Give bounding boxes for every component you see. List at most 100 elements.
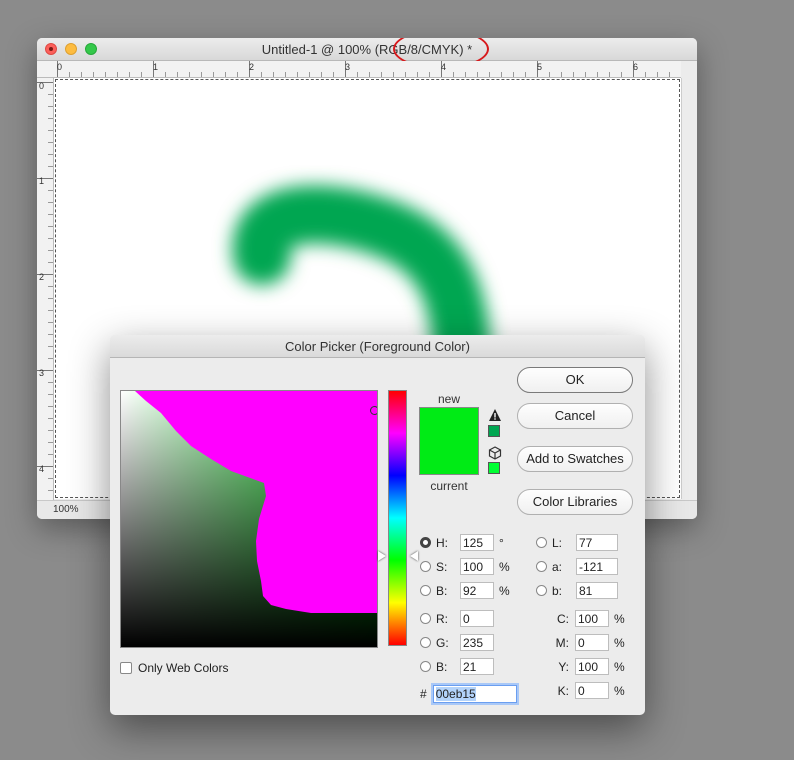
add-to-swatches-button[interactable]: Add to Swatches: [517, 446, 633, 472]
color-libraries-button[interactable]: Color Libraries: [517, 489, 633, 515]
green-field: G: 235: [420, 634, 494, 651]
magenta-field: M: 0 %: [549, 634, 625, 651]
only-web-colors-option[interactable]: Only Web Colors: [120, 661, 228, 675]
magenta-unit: %: [614, 635, 625, 650]
lab-a-label: a:: [552, 559, 563, 574]
cyan-unit: %: [614, 611, 625, 626]
current-color-label: current: [430, 479, 468, 493]
cyan-label: C:: [557, 611, 569, 626]
only-web-colors-checkbox[interactable]: [120, 662, 132, 674]
hue-field: H: 125 °: [420, 534, 504, 551]
red-input[interactable]: 0: [460, 610, 494, 627]
lab-a-input[interactable]: -121: [576, 558, 618, 575]
hue-slider-handle-right[interactable]: [410, 551, 418, 561]
ruler-label: 0: [39, 81, 45, 91]
black-field: K: 0 %: [549, 682, 625, 699]
ruler-label: 0: [57, 62, 63, 72]
lightness-radio[interactable]: [536, 537, 547, 548]
black-input[interactable]: 0: [575, 682, 609, 699]
ruler-label: 2: [39, 272, 45, 282]
cyan-field: C: 100 %: [549, 610, 625, 627]
saturation-unit: %: [499, 559, 510, 574]
hue-slider-handle-left[interactable]: [378, 551, 386, 561]
yellow-input[interactable]: 100: [575, 658, 609, 675]
out-of-gamut-warning-icon[interactable]: [488, 408, 502, 422]
lab-b-label: b:: [552, 583, 563, 598]
saturation-label: S:: [436, 559, 448, 574]
ruler-label: 1: [39, 176, 45, 186]
dialog-titlebar[interactable]: Color Picker (Foreground Color): [110, 335, 645, 358]
new-color-swatch: [419, 407, 479, 475]
lightness-label: L:: [552, 535, 563, 550]
green-radio[interactable]: [420, 637, 431, 648]
green-input[interactable]: 235: [460, 634, 494, 651]
saturation-input[interactable]: 100: [460, 558, 494, 575]
blue-field: B: 21: [420, 658, 494, 675]
only-web-colors-label: Only Web Colors: [138, 661, 229, 675]
dialog-title: Color Picker (Foreground Color): [285, 339, 470, 354]
brightness-unit: %: [499, 583, 510, 598]
green-label: G:: [436, 635, 449, 650]
gamut-color-swatch[interactable]: [488, 425, 500, 437]
black-unit: %: [614, 683, 625, 698]
ruler-label: 2: [249, 62, 255, 72]
hue-input[interactable]: 125: [460, 534, 494, 551]
brightness-radio[interactable]: [420, 585, 431, 596]
gamut-warning-overlay: [135, 391, 377, 613]
hue-slider[interactable]: [388, 390, 407, 646]
zoom-level[interactable]: 100%: [53, 504, 79, 515]
lab-b-field: b: 81: [536, 582, 618, 599]
color-field-marker[interactable]: [370, 406, 377, 415]
document-scrollbar[interactable]: [681, 78, 697, 499]
blue-radio[interactable]: [420, 661, 431, 672]
ruler-label: 3: [345, 62, 351, 72]
red-field: R: 0: [420, 610, 494, 627]
document-titlebar[interactable]: Untitled-1 @ 100% (RGB/8/CMYK) *: [37, 38, 697, 69]
yellow-label: Y:: [558, 659, 569, 674]
ruler-label: 5: [537, 62, 543, 72]
brightness-input[interactable]: 92: [460, 582, 494, 599]
ruler-label: 4: [441, 62, 447, 72]
vertical-ruler[interactable]: 0 1 2 3 4: [37, 78, 54, 508]
hex-input[interactable]: 00eb15: [432, 685, 517, 703]
red-label: R:: [436, 611, 448, 626]
yellow-unit: %: [614, 659, 625, 674]
magenta-input[interactable]: 0: [575, 634, 609, 651]
document-title: Untitled-1 @ 100% (RGB/8/CMYK) *: [261, 42, 473, 57]
ruler-label: 3: [39, 368, 45, 378]
black-label: K:: [557, 683, 569, 698]
web-safe-cube-icon[interactable]: [488, 446, 502, 460]
ok-button[interactable]: OK: [517, 367, 633, 393]
lab-a-field: a: -121: [536, 558, 618, 575]
brightness-field: B: 92 %: [420, 582, 510, 599]
hex-prefix: #: [420, 687, 427, 701]
blue-label: B:: [436, 659, 448, 674]
saturation-radio[interactable]: [420, 561, 431, 572]
brightness-label: B:: [436, 583, 448, 598]
color-field[interactable]: [120, 390, 378, 648]
red-radio[interactable]: [420, 613, 431, 624]
lightness-field: L: 77: [536, 534, 618, 551]
horizontal-ruler[interactable]: 0 1 2 3 4 5 6: [53, 61, 681, 78]
lab-b-input[interactable]: 81: [576, 582, 618, 599]
hue-radio[interactable]: [420, 537, 431, 548]
ruler-label: 6: [633, 62, 639, 72]
ruler-label: 4: [39, 464, 45, 474]
saturation-field: S: 100 %: [420, 558, 510, 575]
hue-label: H:: [436, 535, 448, 550]
hex-value: 00eb15: [435, 687, 476, 701]
magenta-label: M:: [555, 635, 569, 650]
lab-b-radio[interactable]: [536, 585, 547, 596]
hue-unit: °: [499, 535, 504, 550]
new-color-label: new: [437, 392, 460, 406]
lightness-input[interactable]: 77: [576, 534, 618, 551]
yellow-field: Y: 100 %: [549, 658, 625, 675]
lab-a-radio[interactable]: [536, 561, 547, 572]
hex-field: # 00eb15: [420, 685, 517, 703]
cyan-input[interactable]: 100: [575, 610, 609, 627]
web-safe-color-swatch[interactable]: [488, 462, 500, 474]
blue-input[interactable]: 21: [460, 658, 494, 675]
cancel-button[interactable]: Cancel: [517, 403, 633, 429]
ruler-label: 1: [153, 62, 159, 72]
ruler-origin[interactable]: [37, 61, 54, 78]
